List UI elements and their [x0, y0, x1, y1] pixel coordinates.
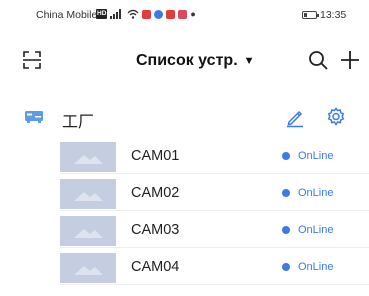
top-bar: Список устр. ▼: [0, 40, 369, 82]
page-title: Список устр.: [136, 52, 238, 69]
camera-row[interactable]: CAM04 OnLine: [0, 249, 369, 285]
status-text: OnLine: [298, 187, 334, 199]
edit-icon[interactable]: [284, 106, 306, 128]
carrier-name: China Mobile: [36, 9, 98, 21]
camera-row[interactable]: CAM02 OnLine: [0, 175, 369, 211]
caret-down-icon: ▼: [243, 55, 255, 67]
camera-thumbnail: [60, 253, 116, 283]
app-notification-icon: [166, 9, 176, 19]
device-list-dropdown[interactable]: Список устр. ▼: [136, 52, 255, 70]
status-icons: HD ●: [96, 9, 196, 19]
dvr-icon: [24, 110, 44, 124]
app-notification-icon: [154, 9, 164, 19]
status-text: OnLine: [298, 261, 334, 273]
scan-icon[interactable]: [22, 50, 42, 70]
camera-row[interactable]: CAM01 OnLine: [0, 138, 369, 174]
settings-icon[interactable]: [325, 106, 347, 128]
camera-name: CAM02: [131, 185, 180, 201]
wifi-icon: [127, 9, 139, 19]
add-icon[interactable]: [339, 49, 361, 71]
camera-thumbnail: [60, 216, 116, 246]
camera-thumbnail: [60, 179, 116, 209]
camera-thumbnail: [60, 142, 116, 172]
app-notification-icon: [142, 9, 152, 19]
signal-icon: [110, 9, 124, 19]
status-badge: OnLine: [282, 224, 333, 236]
clock: 13:35: [320, 9, 347, 21]
status-text: OnLine: [298, 150, 334, 162]
status-dot-icon: [282, 152, 290, 160]
group-name: 工厂: [62, 114, 95, 131]
status-badge: OnLine: [282, 150, 333, 162]
camera-row[interactable]: CAM03 OnLine: [0, 212, 369, 248]
status-bar: China Mobile HD ● 13:35: [0, 0, 369, 26]
app-notification-icon: [178, 9, 188, 19]
battery-indicator: 13:35: [302, 9, 346, 21]
status-badge: OnLine: [282, 261, 333, 273]
status-dot-icon: [282, 226, 290, 234]
camera-name: CAM03: [131, 222, 180, 238]
camera-name: CAM04: [131, 259, 180, 275]
battery-icon: [302, 11, 319, 19]
camera-name: CAM01: [131, 148, 180, 164]
status-dot-icon: [282, 263, 290, 271]
device-group-row[interactable]: 工厂: [0, 100, 369, 134]
message-icon: ●: [190, 9, 196, 19]
status-text: OnLine: [298, 224, 334, 236]
search-icon[interactable]: [307, 49, 329, 71]
status-badge: OnLine: [282, 187, 333, 199]
hd-icon: HD: [96, 9, 108, 19]
status-dot-icon: [282, 189, 290, 197]
